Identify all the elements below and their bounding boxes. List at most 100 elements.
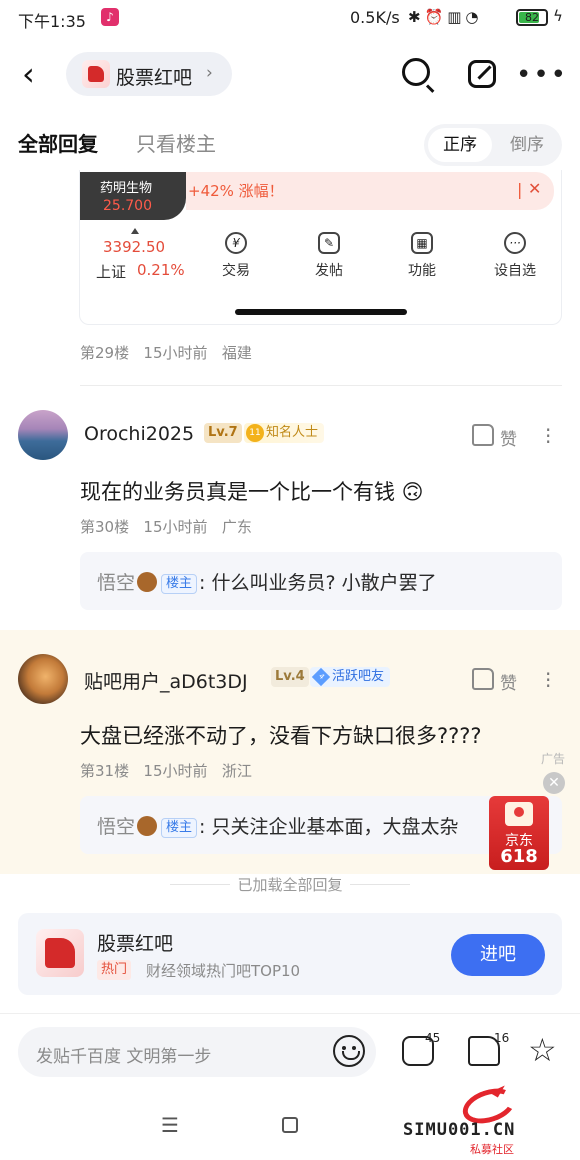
tool-functions: ▦ 功能: [387, 232, 457, 280]
tool-label: 设自选: [494, 263, 536, 279]
compose-icon: ✎: [318, 232, 340, 254]
close-icon: ✕: [528, 179, 542, 198]
yuan-icon: ¥: [225, 232, 247, 254]
more-icon[interactable]: •••: [516, 60, 568, 90]
stock-price: 25.700: [103, 198, 152, 214]
sort-asc-button[interactable]: 正序: [428, 128, 492, 162]
like-count: 16: [494, 1031, 510, 1045]
watermark-sub: 私募社区: [470, 1143, 514, 1156]
divider: [350, 884, 410, 885]
post-location: 福建: [221, 344, 252, 362]
status-time: 下午1:35: [18, 12, 86, 31]
monkey-avatar-icon: [137, 816, 158, 836]
tool-watchlist: ··· 设自选: [480, 232, 550, 280]
index-value: 3392.50: [103, 238, 166, 256]
star-icon[interactable]: ☆: [528, 1034, 557, 1066]
charging-icon: ϟ: [553, 7, 563, 25]
tool-trade: ¥ 交易: [201, 232, 271, 280]
divider: [0, 1013, 580, 1014]
floor-number: 第30楼: [80, 518, 130, 536]
tool-post: ✎ 发帖: [294, 232, 364, 280]
menu-icon[interactable]: ☰: [161, 1113, 179, 1137]
username[interactable]: 贴吧用户_aD6t3DJ: [84, 667, 248, 694]
ad-close-icon[interactable]: ✕: [543, 772, 565, 794]
post-meta: 第30楼 15小时前 广东: [80, 516, 252, 537]
level-badge: Lv.4: [271, 667, 309, 687]
post-time: 15小时前: [143, 762, 208, 780]
ad-label: 广告: [541, 752, 566, 766]
post-content: 现在的业务员真是一个比一个有钱 🙃: [80, 480, 424, 504]
forum-logo: [82, 60, 110, 88]
thumbs-up-icon[interactable]: [472, 668, 494, 690]
post-time: 15小时前: [143, 518, 208, 536]
grid-icon: ▦: [411, 232, 433, 254]
avatar[interactable]: [18, 410, 68, 460]
tiktok-icon: ♪: [101, 8, 119, 26]
home-icon[interactable]: [282, 1117, 298, 1133]
battery-icon: 82: [516, 9, 548, 26]
red-envelope-icon: [505, 802, 533, 826]
ad-line2: 618: [500, 846, 538, 867]
like-label[interactable]: 赞: [500, 425, 517, 450]
caret-up-icon: [131, 228, 139, 234]
emoji-icon[interactable]: [333, 1035, 365, 1067]
reply-username[interactable]: 悟空: [97, 572, 135, 594]
reply-content: : 只关注企业基本面，大盘太杂: [199, 816, 459, 838]
tab-op-only[interactable]: 只看楼主: [136, 128, 216, 157]
divider: [80, 385, 562, 386]
post-meta: 第29楼 15小时前 福建: [80, 342, 252, 363]
chevron-right-icon: ›: [206, 63, 213, 83]
jd-618-ad[interactable]: 京东 618: [489, 796, 549, 870]
username[interactable]: Orochi2025: [84, 423, 194, 445]
floor-number: 第31楼: [80, 762, 130, 780]
tool-label: 发帖: [315, 263, 343, 279]
more-vertical-icon[interactable]: · · ·: [545, 420, 551, 452]
op-tag: 楼主: [161, 574, 198, 594]
search-icon: [402, 58, 430, 86]
more-circle-icon: ···: [504, 232, 526, 254]
status-bar: 下午1:35 ♪ 0.5K/s ✱⏰▥◔ 82 ϟ: [0, 0, 580, 36]
post-content: 大盘已经涨不动了，没看下方缺口很多????: [80, 724, 482, 748]
op-tag: 楼主: [161, 818, 198, 838]
sort-desc-button[interactable]: 倒序: [496, 128, 558, 162]
title-badge: 活跃吧友: [310, 667, 391, 687]
tool-label: 功能: [408, 263, 436, 279]
hot-tag: 热门: [97, 960, 132, 980]
sub-reply[interactable]: 悟空 楼主: 什么叫业务员? 小散户罢了: [80, 552, 562, 610]
forum-logo: [36, 929, 84, 977]
more-vertical-icon[interactable]: · · ·: [545, 664, 551, 696]
forum-card-desc: 财经领域热门吧TOP10: [146, 962, 301, 980]
level-badge: Lv.7: [204, 423, 242, 443]
home-indicator: [235, 309, 407, 315]
back-icon[interactable]: ‹: [22, 58, 35, 90]
join-forum-button[interactable]: 进吧: [451, 934, 545, 976]
stock-name: 药明生物: [100, 181, 153, 196]
tool-label: 交易: [222, 263, 250, 279]
floor-number: 第29楼: [80, 344, 130, 362]
post-location: 浙江: [221, 762, 252, 780]
comment-count: 45: [425, 1031, 441, 1045]
reply-username[interactable]: 悟空: [97, 816, 135, 838]
forum-card-name: 股票红吧: [97, 933, 174, 955]
watermark-logo: [462, 1082, 516, 1116]
reply-placeholder: 发贴千百度 文明第一步: [36, 1047, 212, 1067]
system-icons: ✱⏰▥◔: [408, 8, 483, 26]
tab-all-replies[interactable]: 全部回复: [18, 128, 98, 157]
search-button[interactable]: [396, 52, 442, 98]
sub-reply-text: 悟空 楼主: 只关注企业基本面，大盘太杂: [97, 812, 458, 839]
like-label[interactable]: 赞: [500, 669, 517, 694]
sub-reply-text: 悟空 楼主: 什么叫业务员? 小散户罢了: [97, 568, 437, 595]
avatar[interactable]: [18, 654, 68, 704]
index-name: 上证: [96, 263, 127, 281]
stock-gain: +42% 涨幅！: [188, 182, 284, 200]
title-badge: 知名人士: [244, 423, 325, 443]
edit-button[interactable]: [462, 52, 506, 96]
reply-content: : 什么叫业务员? 小散户罢了: [199, 572, 437, 594]
thumbs-up-icon[interactable]: [472, 424, 494, 446]
index-change: 0.21%: [137, 261, 185, 279]
forum-name: 股票红吧: [116, 67, 193, 89]
loaded-all-text: 已加载全部回复: [237, 876, 343, 894]
banner-separator: |: [517, 180, 523, 199]
post-meta: 第31楼 15小时前 浙江: [80, 760, 252, 781]
watermark-text: SIMU001.CN: [403, 1120, 516, 1140]
